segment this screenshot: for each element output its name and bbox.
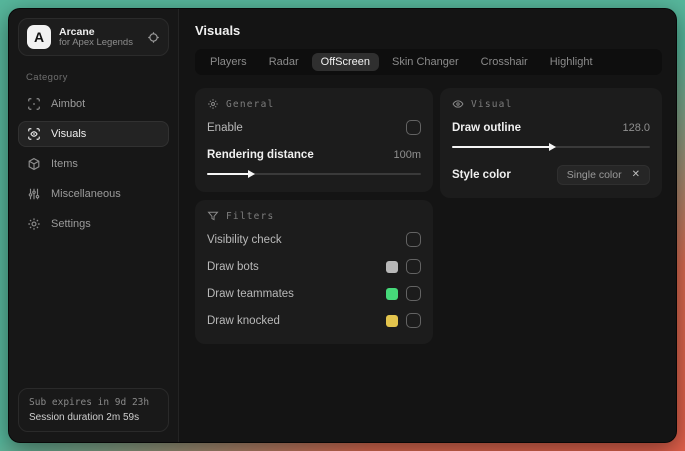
panel-title: Filters [226,210,275,222]
sidebar-item-label: Items [51,158,78,170]
category-label: Category [26,72,68,83]
draw-knocked-label: Draw knocked [207,314,280,327]
sidebar-item-label: Miscellaneous [51,188,121,200]
visibility-check-checkbox[interactable] [406,232,421,247]
sidebar-item-aimbot[interactable]: Aimbot [18,91,169,117]
draw-outline-value: 128.0 [622,121,650,134]
main-content: Visuals Players Radar OffScreen Skin Cha… [179,9,676,442]
draw-outline-slider[interactable] [452,141,650,153]
scan-eye-icon [27,127,41,141]
style-color-selected-value: Single color [566,168,622,181]
slider-thumb[interactable] [549,143,556,151]
brand-card: A Arcane for Apex Legends [18,18,169,56]
sidebar-nav: Aimbot Visuals Items Miscellaneous Setti… [18,91,169,237]
sidebar-item-label: Settings [51,218,91,230]
cube-icon [27,157,41,171]
panels-area: General Enable Rendering distance 100m F… [195,88,662,344]
rendering-distance-value: 100m [393,148,421,161]
rendering-distance-slider[interactable] [207,168,421,180]
sidebar-item-label: Visuals [51,128,87,140]
app-logo: A [27,25,51,49]
filters-panel: Filters Visibility check Draw bots Draw … [195,200,433,344]
rendering-distance-label: Rendering distance [207,148,314,161]
sidebar-item-items[interactable]: Items [18,151,169,177]
brand-name: Arcane [59,25,95,38]
eye-icon [452,98,464,110]
sliders-icon [27,187,41,201]
crosshair-frame-icon [27,97,41,111]
filter-row-bots: Draw bots [207,255,421,278]
draw-knocked-checkbox[interactable] [406,313,421,328]
enable-checkbox[interactable] [406,120,421,135]
style-color-label: Style color [452,168,511,181]
draw-teammates-checkbox[interactable] [406,286,421,301]
bots-color-swatch[interactable] [386,260,398,273]
subscription-status-card: Sub expires in 9d 23h Session duration 2… [18,388,169,432]
knocked-color-swatch[interactable] [386,314,398,327]
draw-outline-label: Draw outline [452,121,522,134]
slider-fill [207,173,250,175]
sidebar-item-settings[interactable]: Settings [18,211,169,237]
tab-players[interactable]: Players [201,53,256,71]
tab-skin-changer[interactable]: Skin Changer [383,53,468,71]
visual-panel: Visual Draw outline 128.0 Style color Si… [440,88,662,198]
sub-expiry-text: Sub expires in 9d 23h [29,397,150,408]
brand-text: Arcane for Apex Legends [59,26,139,49]
filter-row-teammates: Draw teammates [207,282,421,305]
sun-icon [207,98,219,110]
teammates-color-swatch[interactable] [386,287,398,300]
general-panel: General Enable Rendering distance 100m [195,88,433,192]
filter-row-visibility: Visibility check [207,228,421,251]
panel-title: Visual [471,98,513,110]
target-icon[interactable] [147,31,160,44]
sidebar-item-label: Aimbot [51,98,86,110]
slider-fill [452,146,551,148]
slider-thumb[interactable] [247,170,255,178]
visibility-check-label: Visibility check [207,233,282,246]
page-title: Visuals [195,23,241,38]
session-duration-text: Session duration 2m 59s [29,412,140,423]
draw-teammates-label: Draw teammates [207,287,294,300]
draw-bots-label: Draw bots [207,260,259,273]
enable-label: Enable [207,121,243,134]
tab-crosshair[interactable]: Crosshair [472,53,537,71]
filter-row-knocked: Draw knocked [207,309,421,332]
style-color-select[interactable]: Single color ✕ [556,164,650,185]
sidebar: A Arcane for Apex Legends Category Aimbo… [9,9,179,442]
funnel-icon [207,210,219,222]
sidebar-item-miscellaneous[interactable]: Miscellaneous [18,181,169,207]
panel-title: General [226,98,275,110]
close-icon[interactable]: ✕ [632,169,640,180]
app-window: A Arcane for Apex Legends Category Aimbo… [8,8,677,443]
brand-subtitle: for Apex Legends [59,36,133,48]
sidebar-item-visuals[interactable]: Visuals [18,121,169,147]
tab-radar[interactable]: Radar [260,53,308,71]
tab-highlight[interactable]: Highlight [541,53,602,71]
tab-bar: Players Radar OffScreen Skin Changer Cro… [195,49,662,75]
gear-icon [27,217,41,231]
tab-offscreen[interactable]: OffScreen [311,53,379,71]
draw-bots-checkbox[interactable] [406,259,421,274]
